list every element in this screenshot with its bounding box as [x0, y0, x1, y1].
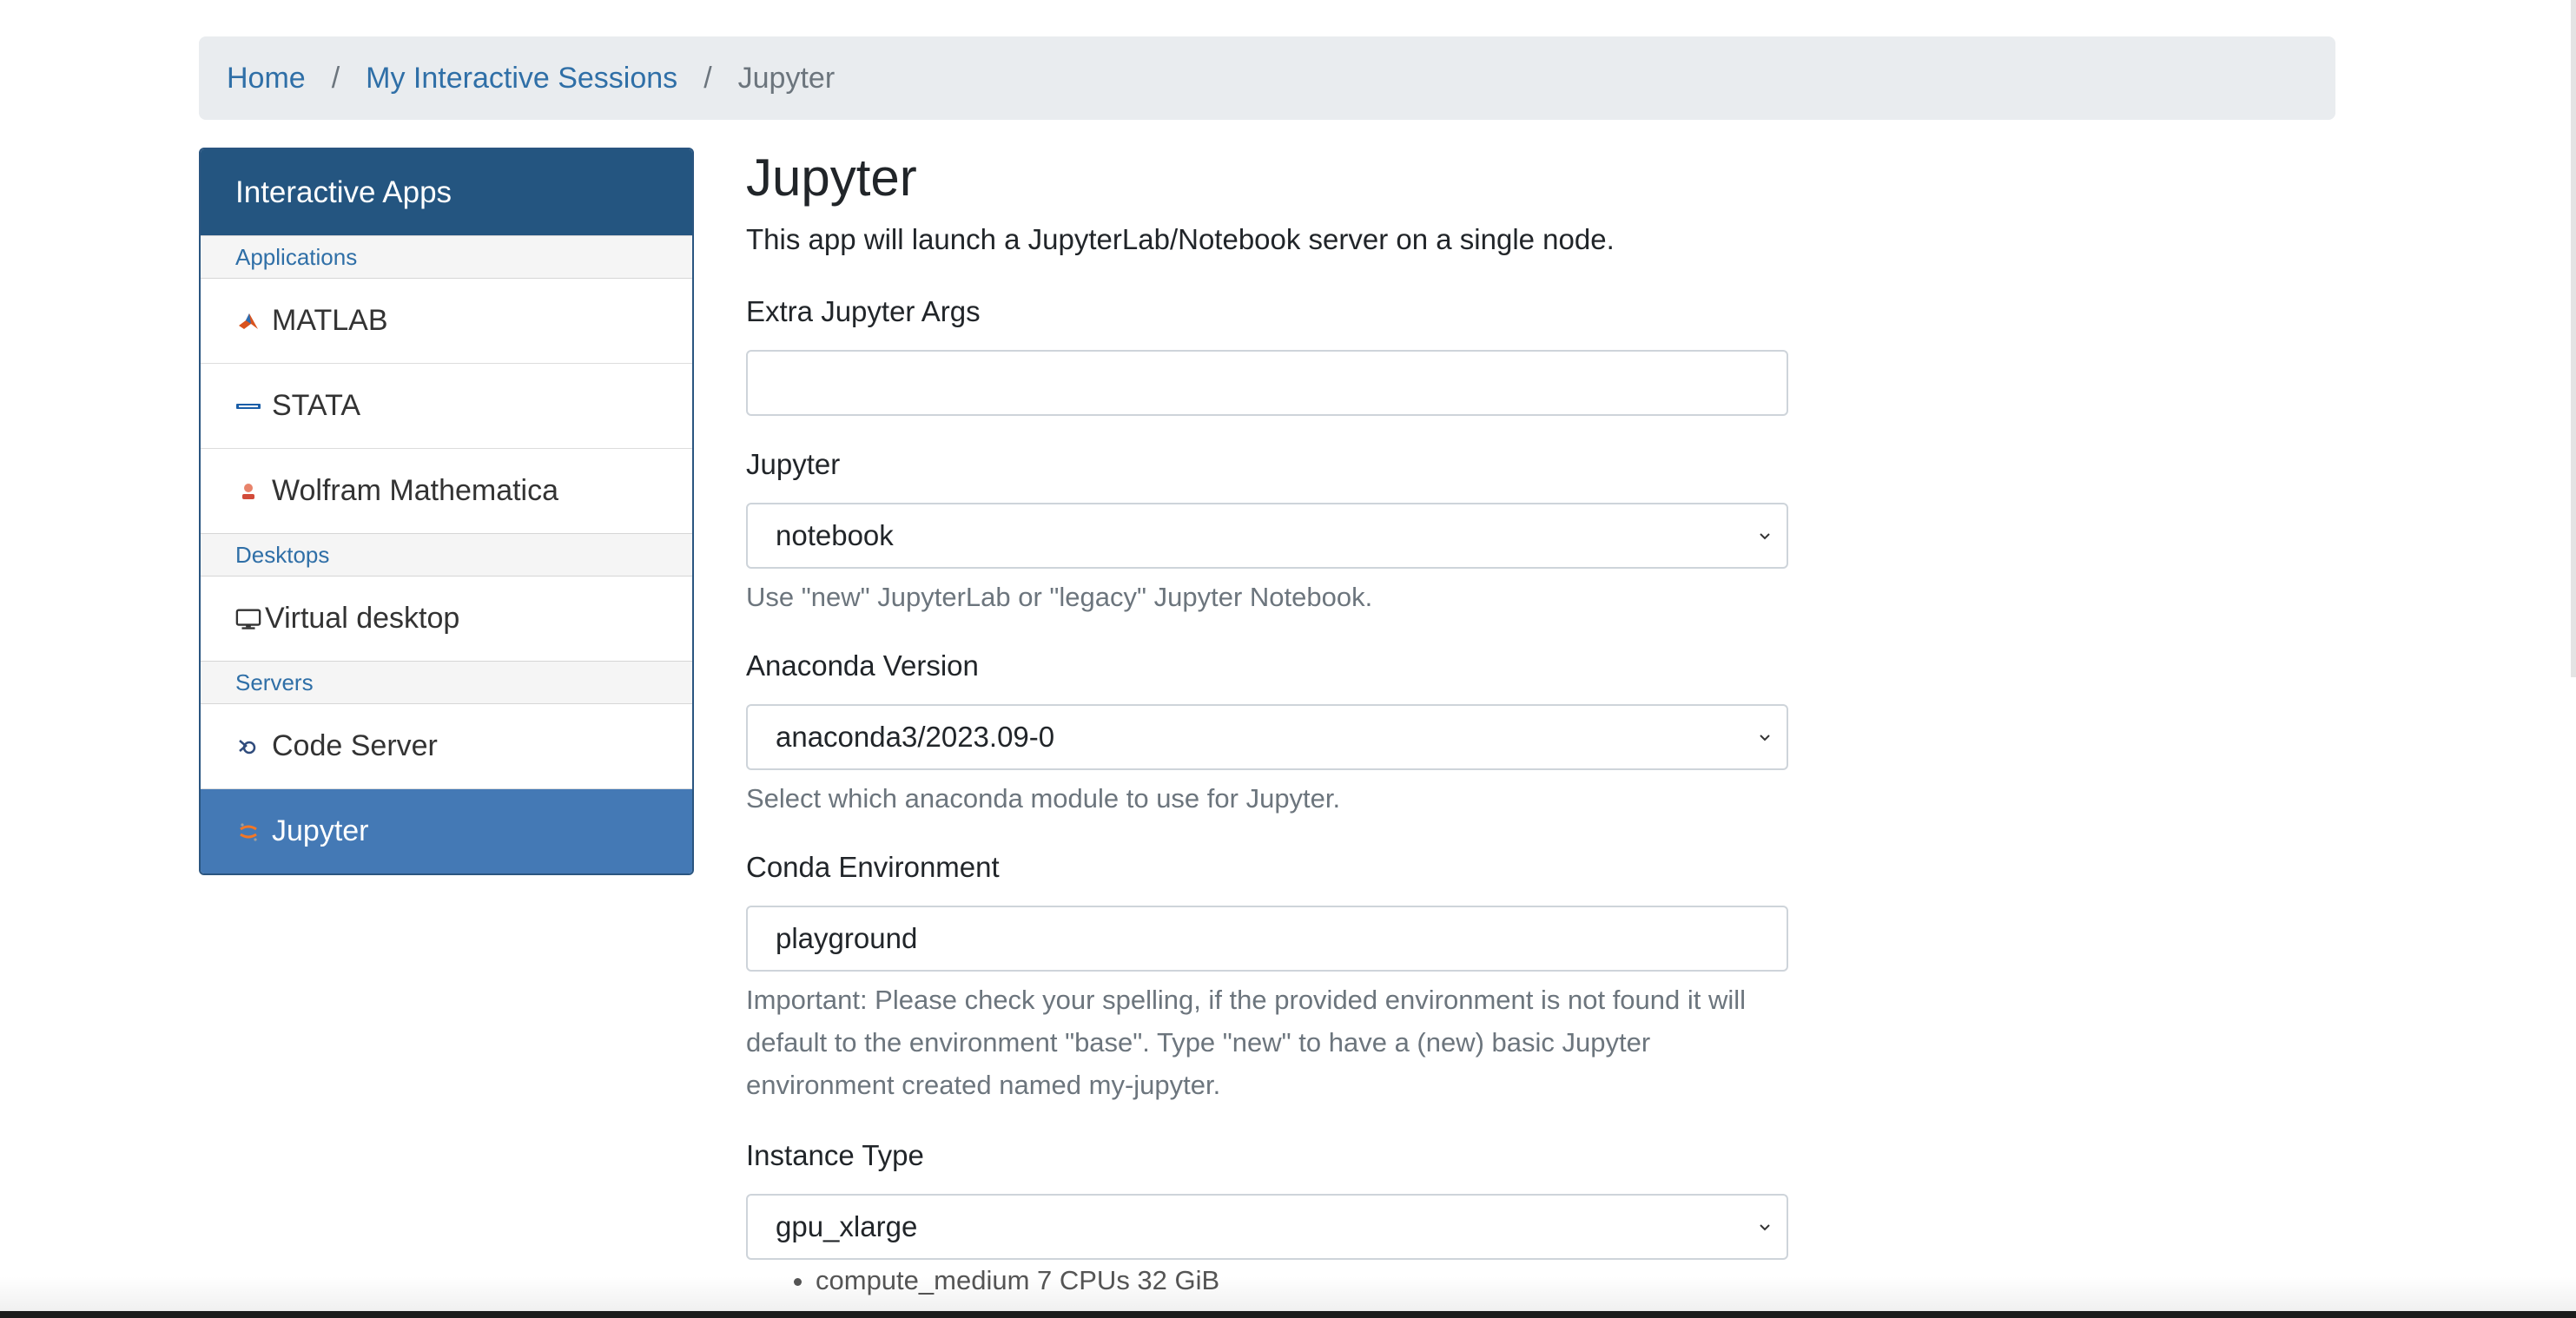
breadcrumb-sessions-link[interactable]: My Interactive Sessions: [366, 62, 677, 96]
jupyter-select-value: notebook: [776, 519, 894, 551]
sidebar-item-stata[interactable]: STATA: [201, 364, 692, 449]
monitor-icon: [235, 606, 261, 632]
sidebar-item-label: Virtual desktop: [265, 602, 460, 635]
jupyter-select[interactable]: notebook: [746, 503, 1788, 569]
bottom-fade: [0, 1276, 2576, 1311]
page-description: This app will launch a JupyterLab/Notebo…: [746, 223, 1615, 255]
instance-type-select[interactable]: gpu_xlarge: [746, 1194, 1788, 1260]
mathematica-icon: [235, 478, 261, 504]
sidebar-item-label: MATLAB: [272, 304, 388, 337]
instance-type-label: Instance Type: [746, 1139, 924, 1171]
chevron-down-icon: [1760, 533, 1770, 540]
sidebar-item-label: STATA: [272, 389, 360, 422]
sidebar-section-desktops: Desktops: [201, 533, 692, 577]
chevron-down-icon: [1760, 735, 1770, 741]
extra-jupyter-args-input[interactable]: [746, 350, 1788, 416]
sidebar-item-code-server[interactable]: Code Server: [201, 704, 692, 789]
conda-environment-help-text: Important: Please check your spelling, i…: [746, 985, 1747, 1100]
sidebar-item-label: Code Server: [272, 729, 438, 762]
jupyter-icon: [235, 819, 261, 845]
extra-jupyter-args-label: Extra Jupyter Args: [746, 295, 981, 327]
anaconda-version-label: Anaconda Version: [746, 649, 979, 682]
anaconda-version-select[interactable]: anaconda3/2023.09-0: [746, 704, 1788, 770]
conda-environment-label: Conda Environment: [746, 851, 1000, 883]
sidebar-section-applications: Applications: [201, 235, 692, 279]
conda-environment-input[interactable]: [746, 906, 1788, 972]
sidebar-item-wolfram-mathematica[interactable]: Wolfram Mathematica: [201, 449, 692, 533]
window-bottom-edge: [0, 1311, 2576, 1318]
breadcrumb-separator: /: [331, 61, 340, 95]
sidebar-item-label: Wolfram Mathematica: [272, 474, 559, 507]
code-server-icon: [235, 734, 261, 760]
page: Home / My Interactive Sessions / Jupyter…: [0, 0, 2576, 1318]
sidebar: Interactive Apps Applications MATLAB STA…: [199, 148, 694, 875]
breadcrumb-current: Jupyter: [737, 61, 836, 95]
sidebar-item-jupyter[interactable]: Jupyter: [201, 789, 692, 873]
anaconda-version-value: anaconda3/2023.09-0: [776, 721, 1055, 753]
instance-type-value: gpu_xlarge: [776, 1210, 918, 1242]
chevron-down-icon: [1760, 1224, 1770, 1231]
scrollbar[interactable]: [2571, 0, 2576, 677]
jupyter-help-text: Use "new" JupyterLab or "legacy" Jupyter…: [746, 582, 1373, 612]
page-title: Jupyter: [746, 148, 917, 207]
breadcrumb-home-link[interactable]: Home: [227, 62, 306, 96]
sidebar-item-virtual-desktop[interactable]: Virtual desktop: [201, 577, 692, 661]
matlab-icon: [235, 308, 261, 334]
sidebar-title: Interactive Apps: [201, 149, 692, 235]
sidebar-section-servers: Servers: [201, 661, 692, 704]
anaconda-version-help-text: Select which anaconda module to use for …: [746, 783, 1341, 814]
breadcrumb: Home / My Interactive Sessions / Jupyter: [199, 36, 2335, 120]
sidebar-item-label: Jupyter: [272, 814, 369, 847]
jupyter-label: Jupyter: [746, 448, 841, 480]
breadcrumb-separator: /: [703, 61, 712, 95]
sidebar-item-matlab[interactable]: MATLAB: [201, 279, 692, 364]
stata-icon: [235, 393, 261, 419]
main-form: Jupyter This app will launch a JupyterLa…: [746, 143, 1788, 1318]
